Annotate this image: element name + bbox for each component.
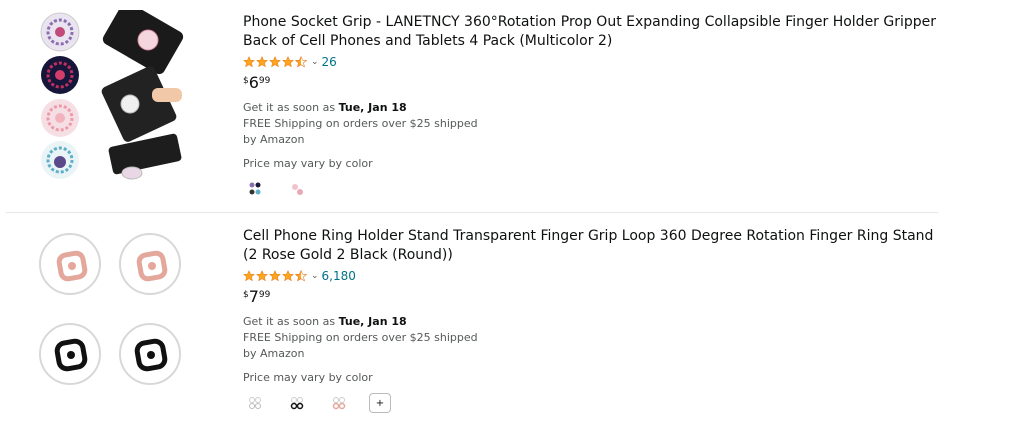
product-image[interactable] — [30, 224, 202, 400]
review-count-link[interactable]: 6,180 — [322, 269, 356, 283]
price-fraction: 99 — [258, 290, 271, 300]
price-vary-note: Price may vary by color — [243, 371, 373, 384]
star-icon — [282, 270, 294, 282]
multicolor-swatch[interactable] — [243, 179, 267, 199]
star-icon — [256, 56, 268, 68]
price-whole: 6 — [248, 73, 259, 92]
rating-row: ⌄ 26 — [243, 55, 943, 69]
half-star-icon — [295, 270, 307, 282]
star-icon — [243, 270, 255, 282]
star-icon — [243, 56, 255, 68]
star-icon — [269, 56, 281, 68]
result-info: Cell Phone Ring Holder Stand Transparent… — [243, 227, 943, 414]
delivery-date: Tue, Jan 18 — [338, 101, 407, 114]
product-image[interactable] — [30, 1, 202, 186]
chevron-down-icon[interactable]: ⌄ — [311, 271, 319, 281]
delivery-line: Get it as soon as Tue, Jan 18 — [243, 314, 943, 330]
chevron-down-icon[interactable]: ⌄ — [311, 57, 319, 67]
half-star-icon — [295, 56, 307, 68]
clear-swatch[interactable] — [243, 393, 267, 413]
star-icon — [256, 270, 268, 282]
result-info: Phone Socket Grip - LANETNCY 360°Rotatio… — [243, 13, 943, 200]
star-icon — [269, 270, 281, 282]
seller-line: by Amazon — [243, 347, 305, 360]
delivery-line: Get it as soon as Tue, Jan 18 — [243, 100, 943, 116]
delivery-date: Tue, Jan 18 — [338, 315, 407, 328]
price[interactable]: $ 7 99 — [243, 288, 943, 308]
product-title[interactable]: Cell Phone Ring Holder Stand Transparent… — [243, 227, 943, 265]
delivery-prefix: Get it as soon as — [243, 315, 336, 328]
price-whole: 7 — [248, 287, 259, 306]
black-swatch[interactable] — [285, 393, 309, 413]
color-swatches: + — [243, 392, 943, 414]
price-vary-note: Price may vary by color — [243, 157, 373, 170]
search-result: Phone Socket Grip - LANETNCY 360°Rotatio… — [0, 0, 1014, 212]
star-rating[interactable] — [243, 56, 307, 68]
color-swatches — [243, 178, 943, 200]
star-icon — [282, 56, 294, 68]
rose-swatch[interactable] — [327, 393, 351, 413]
pink-swatch[interactable] — [285, 179, 309, 199]
product-title[interactable]: Phone Socket Grip - LANETNCY 360°Rotatio… — [243, 13, 943, 51]
search-result: Cell Phone Ring Holder Stand Transparent… — [0, 214, 1014, 421]
seller-line: by Amazon — [243, 133, 305, 146]
delivery-prefix: Get it as soon as — [243, 101, 336, 114]
more-colors-button[interactable]: + — [369, 393, 391, 413]
shipping-line: FREE Shipping on orders over $25 shipped — [243, 117, 478, 130]
result-divider — [6, 212, 938, 213]
star-rating[interactable] — [243, 270, 307, 282]
shipping-line: FREE Shipping on orders over $25 shipped — [243, 331, 478, 344]
review-count-link[interactable]: 26 — [322, 55, 337, 69]
price-fraction: 99 — [258, 76, 271, 86]
rating-row: ⌄ 6,180 — [243, 269, 943, 283]
price[interactable]: $ 6 99 — [243, 74, 943, 94]
